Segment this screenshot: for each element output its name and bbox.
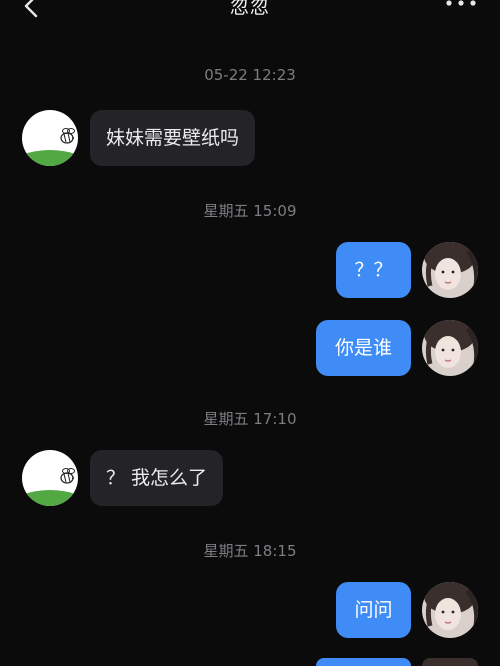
timestamp: 05-22 12:23 <box>204 66 296 84</box>
message-bubble-outgoing[interactable]: 问问 <box>336 582 411 638</box>
user-avatar[interactable] <box>422 320 478 376</box>
cartoon-bee-avatar-icon <box>22 110 78 166</box>
user-avatar-partial[interactable] <box>422 658 478 666</box>
message-bubble-outgoing[interactable]: 你是谁 <box>316 320 411 376</box>
timestamp: 星期五 18:15 <box>203 542 297 560</box>
user-avatar[interactable] <box>422 582 478 638</box>
message-bubble-incoming[interactable]: 妹妹需要壁纸吗 <box>90 110 256 166</box>
timestamp: 星期五 17:10 <box>203 410 297 428</box>
contact-avatar[interactable] <box>22 110 78 166</box>
portrait-avatar-icon <box>422 242 478 298</box>
portrait-avatar-icon <box>422 320 478 376</box>
portrait-avatar-icon <box>422 582 478 638</box>
portrait-avatar-icon <box>422 658 478 666</box>
chat-title: 忽忽 <box>229 0 270 18</box>
top-bar: 忽忽 <box>0 0 500 22</box>
user-avatar[interactable] <box>422 242 478 298</box>
more-button[interactable] <box>444 0 478 10</box>
more-dots-icon <box>446 0 476 6</box>
message-bubble-outgoing-partial[interactable] <box>316 658 411 666</box>
timestamp: 星期五 15:09 <box>203 202 297 220</box>
message-bubble-incoming[interactable]: ？ 我怎么了 <box>90 450 224 506</box>
contact-avatar[interactable] <box>22 450 78 506</box>
message-bubble-outgoing[interactable]: ？？ <box>336 242 411 298</box>
cartoon-bee-avatar-icon <box>22 450 78 506</box>
